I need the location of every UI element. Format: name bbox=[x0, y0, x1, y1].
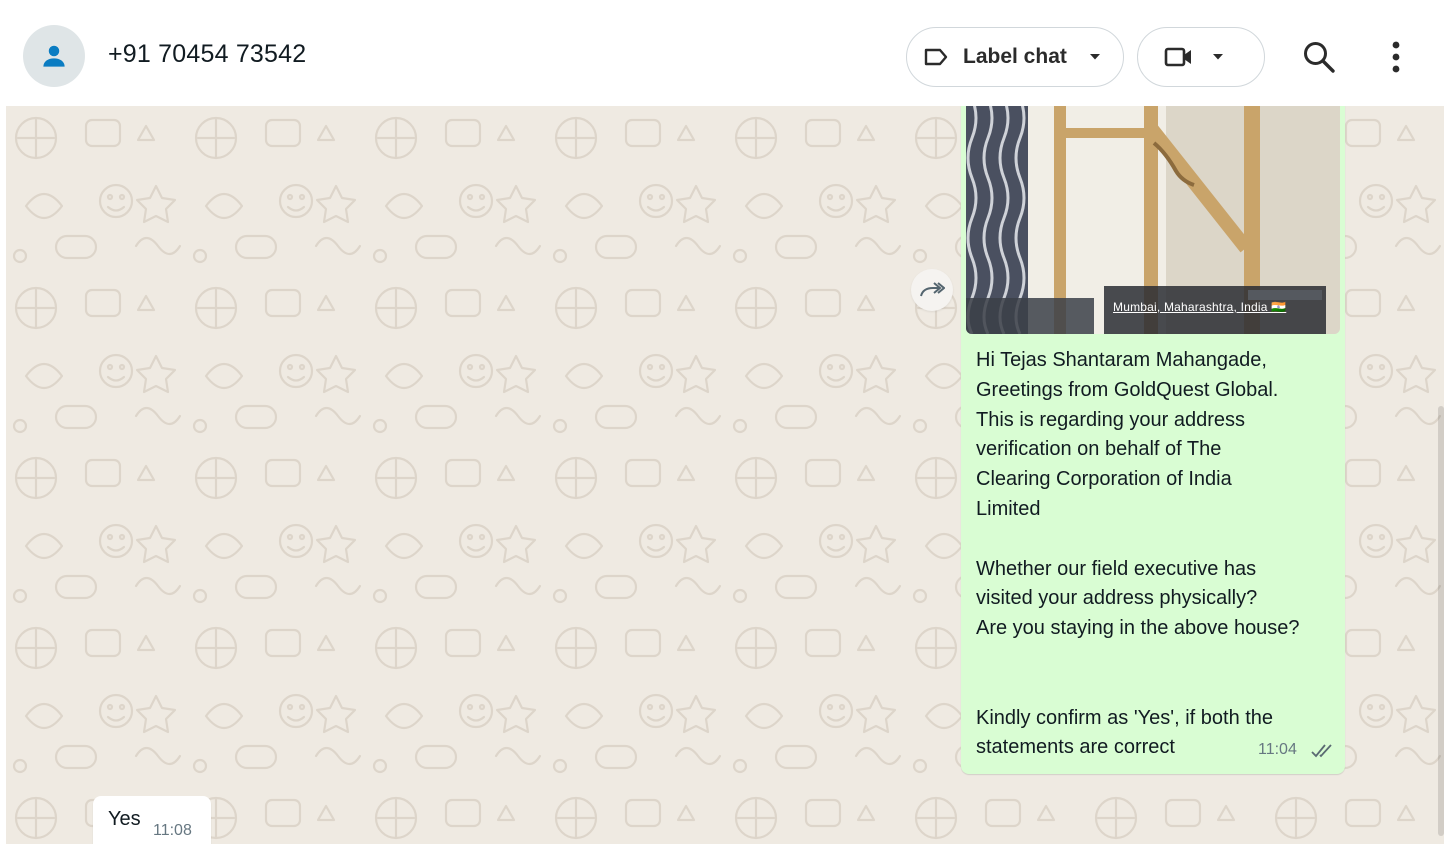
person-icon bbox=[43, 45, 65, 67]
forward-icon bbox=[920, 282, 945, 297]
label-icon bbox=[924, 48, 948, 66]
incoming-message[interactable]: Yes 11:08 bbox=[93, 796, 211, 844]
message-text: Hi Tejas Shantaram Mahangade, Greetings … bbox=[976, 349, 1300, 759]
label-chat-label: Label chat bbox=[963, 45, 1067, 68]
chat-panel: Mumbai, Maharashtra, India 🇮🇳 Hi Tejas S… bbox=[6, 106, 1444, 844]
contact-name[interactable]: +91 70454 73542 bbox=[108, 40, 306, 69]
more-vertical-icon bbox=[1392, 41, 1400, 73]
message-photo[interactable]: Mumbai, Maharashtra, India 🇮🇳 bbox=[966, 106, 1340, 334]
photo-location-caption: Mumbai, Maharashtra, India 🇮🇳 bbox=[1113, 300, 1287, 314]
chevron-down-icon bbox=[1089, 54, 1100, 60]
message-time: 11:08 bbox=[153, 822, 192, 839]
search-icon bbox=[1304, 42, 1335, 73]
chat-header: +91 70454 73542 Label chat bbox=[6, 8, 1446, 106]
video-call-button[interactable] bbox=[1137, 27, 1265, 87]
read-receipt-icon bbox=[1311, 744, 1332, 758]
outgoing-message[interactable]: Mumbai, Maharashtra, India 🇮🇳 Hi Tejas S… bbox=[961, 106, 1345, 774]
video-call-icon bbox=[1164, 47, 1191, 67]
search-button[interactable] bbox=[1302, 40, 1336, 74]
message-text: Yes bbox=[108, 808, 141, 830]
chat-scrollbar[interactable] bbox=[1438, 406, 1444, 836]
chevron-down-icon bbox=[1213, 54, 1223, 60]
more-options-button[interactable] bbox=[1386, 40, 1406, 74]
forward-button[interactable] bbox=[911, 269, 953, 311]
contact-avatar[interactable] bbox=[23, 25, 85, 87]
message-time: 11:04 bbox=[1258, 741, 1297, 758]
label-chat-button[interactable]: Label chat bbox=[906, 27, 1124, 87]
